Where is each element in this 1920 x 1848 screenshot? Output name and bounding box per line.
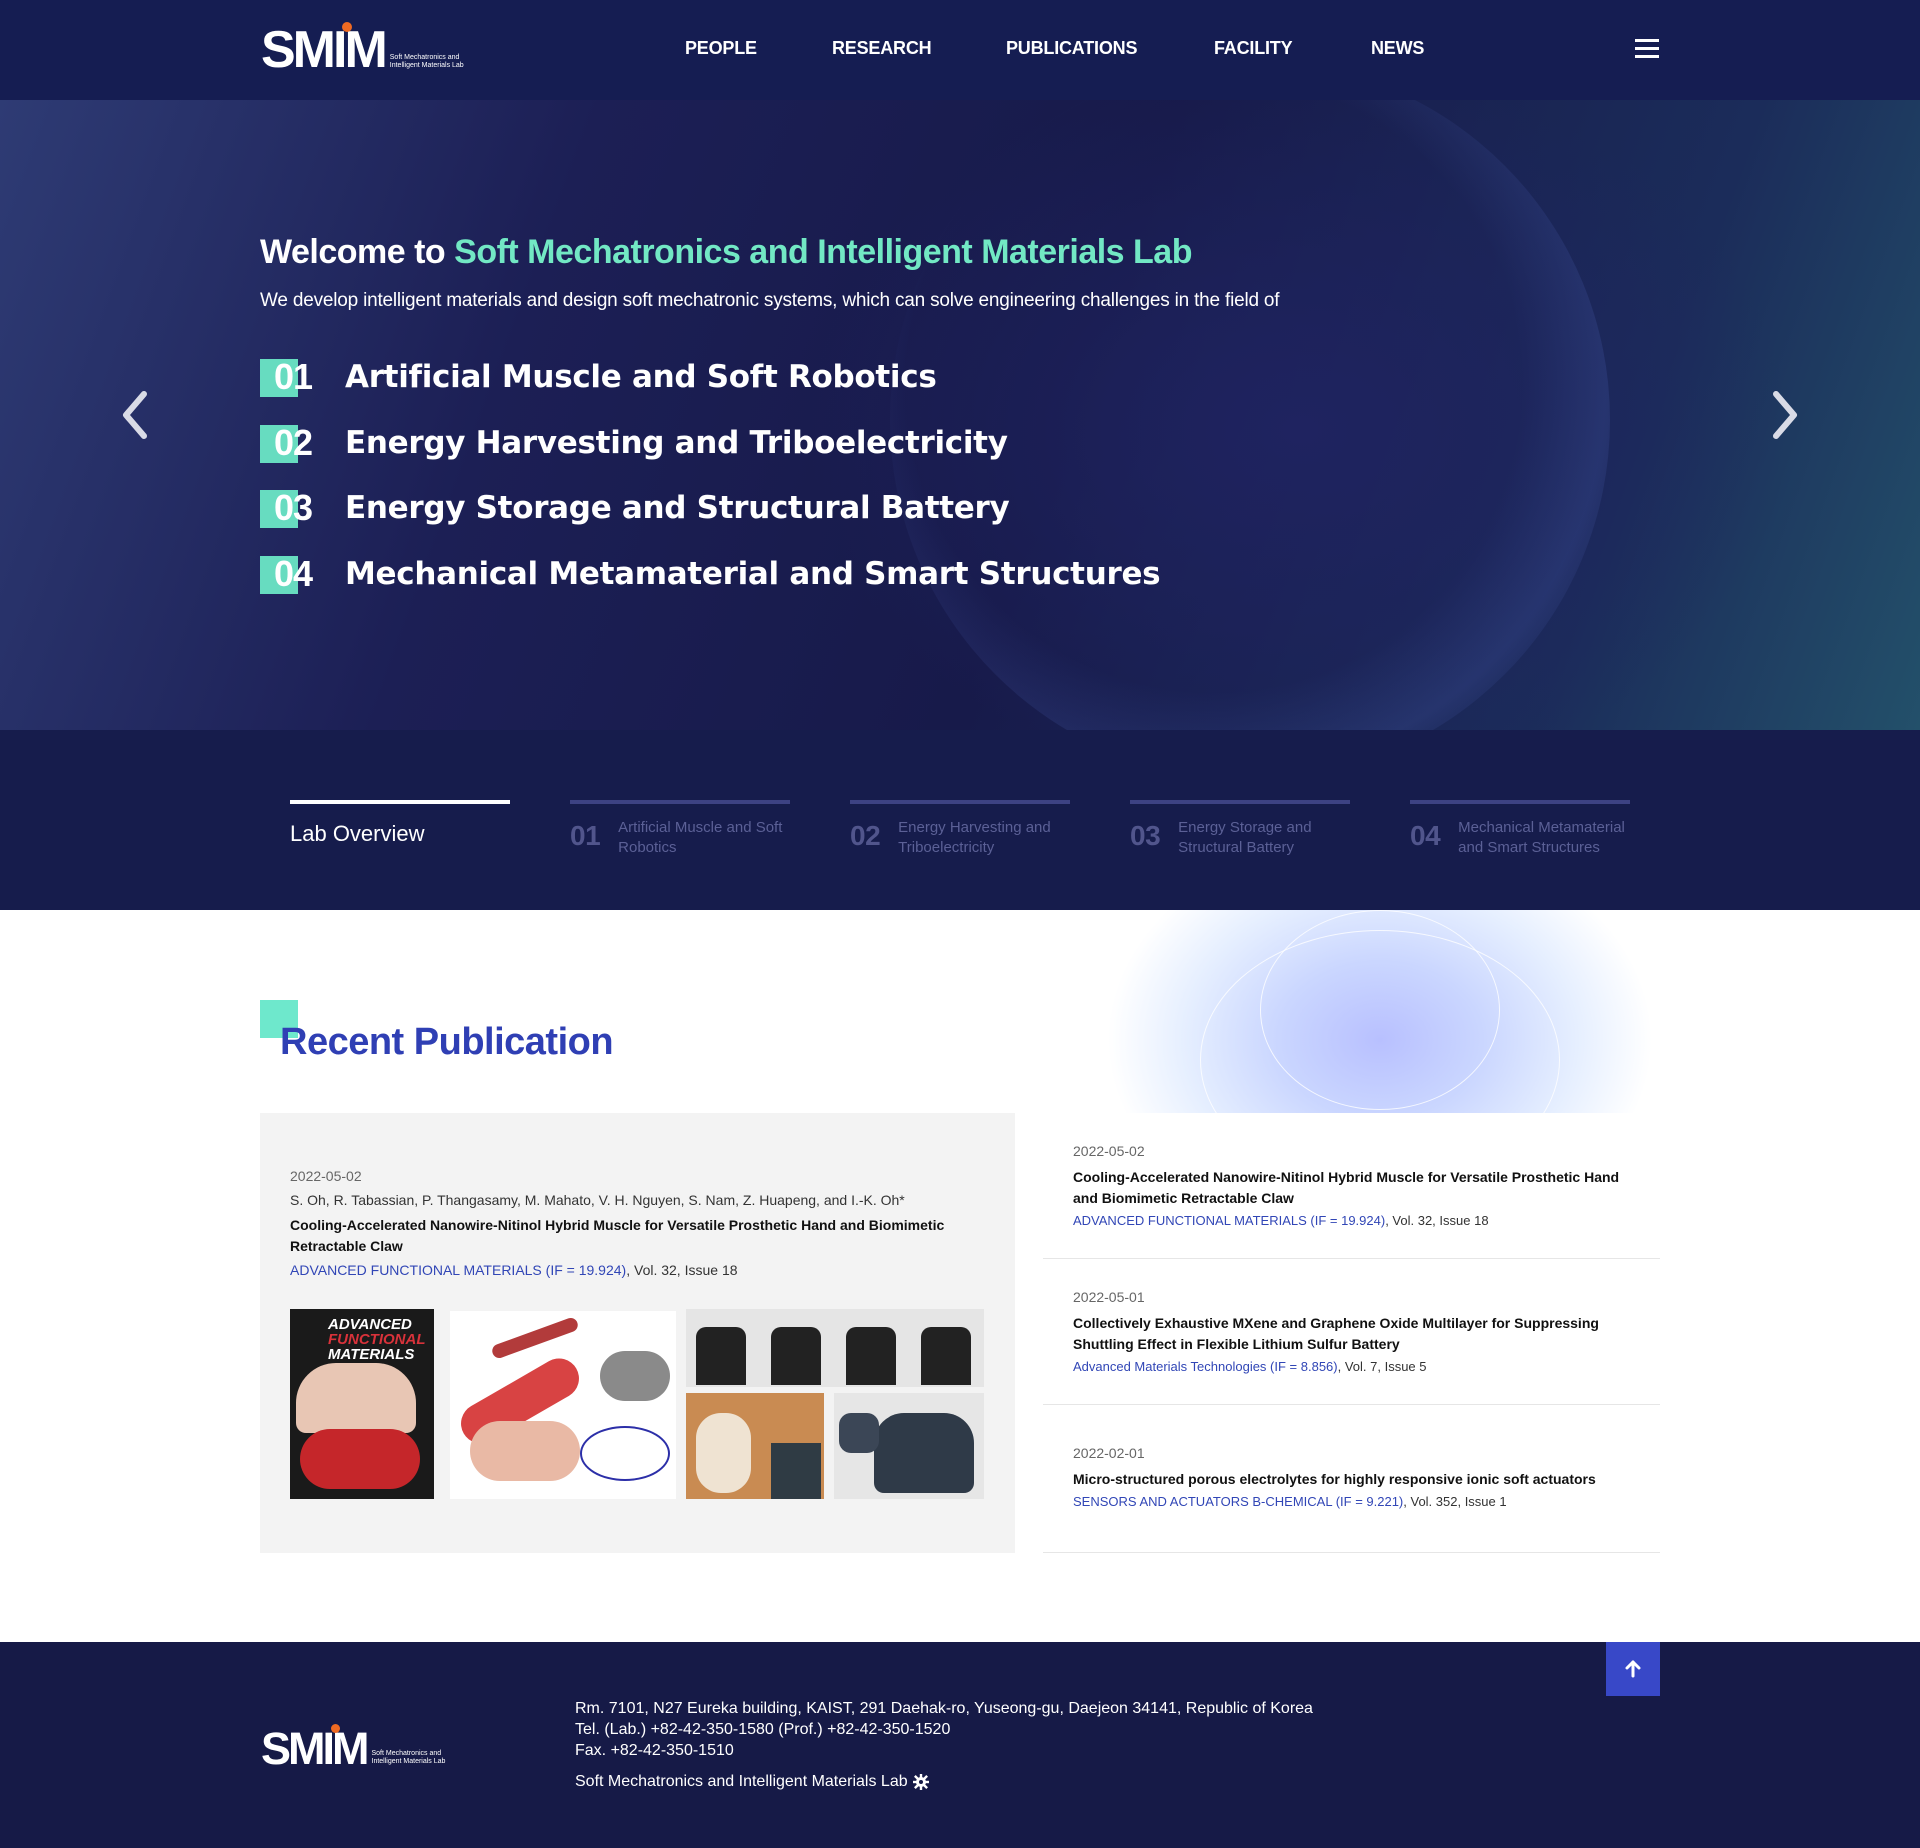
logo-dot	[331, 1724, 340, 1733]
nav-facility[interactable]: FACILITY	[1214, 38, 1293, 59]
publication-journal: SENSORS AND ACTUATORS B-CHEMICAL (IF = 9…	[1073, 1494, 1630, 1509]
tab-lab-overview[interactable]: Lab Overview	[290, 800, 510, 850]
footer-logo[interactable]: SMIM Soft Mechatronics and Intelligent M…	[261, 1723, 452, 1774]
hero-slider: Welcome to Soft Mechatronics and Intelli…	[0, 100, 1920, 730]
publication-title: Collectively Exhaustive MXene and Graphe…	[1073, 1315, 1599, 1352]
tab-label: Artificial Muscle and Soft Robotics	[618, 819, 783, 856]
cat-photo	[686, 1393, 824, 1499]
cover-title-2: FUNCTIONAL	[328, 1331, 426, 1348]
topic-label: Artificial Muscle and Soft Robotics	[345, 359, 937, 395]
list-item[interactable]: 2022-05-01 Collectively Exhaustive MXene…	[1043, 1259, 1660, 1405]
logo-subtitle: Soft Mechatronics and Intelligent Materi…	[389, 54, 464, 69]
research-tabs: Lab Overview 01 Artificial Muscle and So…	[0, 730, 1920, 910]
nav-people[interactable]: PEOPLE	[685, 38, 757, 59]
tab-label: Energy Harvesting and Triboelectricity	[898, 819, 1051, 856]
publication-title: Micro-structured porous electrolytes for…	[1073, 1471, 1596, 1487]
chevron-left-icon[interactable]	[118, 390, 152, 440]
topic-number: 04	[274, 553, 313, 594]
hybrid-muscle-figure	[450, 1311, 676, 1499]
hero-title-accent: Soft Mechatronics and Intelligent Materi…	[454, 233, 1192, 271]
nav-news[interactable]: NEWS	[1371, 38, 1424, 59]
gear-icon[interactable]	[912, 1773, 929, 1790]
cover-title-1: ADVANCED	[328, 1316, 412, 1333]
journal-name: ADVANCED FUNCTIONAL MATERIALS (IF = 19.9…	[1073, 1213, 1386, 1228]
hero-title: Welcome to Soft Mechatronics and Intelli…	[260, 233, 1192, 272]
chevron-right-icon[interactable]	[1768, 390, 1802, 440]
tab-energy-storage[interactable]: 03 Energy Storage and Structural Battery	[1130, 800, 1350, 858]
topic-label: Energy Storage and Structural Battery	[345, 490, 1010, 526]
site-header: SMIM Soft Mechatronics and Intelligent M…	[0, 0, 1920, 100]
hero-background-orb	[890, 100, 1610, 730]
tab-energy-harvesting[interactable]: 02 Energy Harvesting and Triboelectricit…	[850, 800, 1070, 858]
journal-volume: , Vol. 352, Issue 1	[1403, 1494, 1507, 1509]
tab-label: Lab Overview	[290, 821, 425, 846]
publication-date: 2022-02-01	[1073, 1445, 1145, 1461]
hero-subtitle: We develop intelligent materials and des…	[260, 290, 1280, 311]
prosthetic-hand-photos	[686, 1309, 984, 1387]
footer-lab-name: Soft Mechatronics and Intelligent Materi…	[575, 1773, 908, 1790]
footer-address: Rm. 7101, N27 Eureka building, KAIST, 29…	[575, 1700, 1313, 1717]
publication-date: 2022-05-01	[1073, 1289, 1145, 1305]
tab-label: Energy Storage and Structural Battery	[1178, 819, 1312, 856]
footer-contact: Rm. 7101, N27 Eureka building, KAIST, 29…	[575, 1698, 1313, 1792]
journal-cover-image: ADVANCED FUNCTIONAL MATERIALS	[290, 1309, 434, 1499]
tab-artificial-muscle[interactable]: 01 Artificial Muscle and Soft Robotics	[570, 800, 790, 858]
publication-journal: ADVANCED FUNCTIONAL MATERIALS (IF = 19.9…	[290, 1262, 738, 1278]
tab-number: 01	[570, 820, 601, 851]
hero-topic: 01 Artificial Muscle and Soft Robotics	[260, 357, 937, 397]
footer-lab: Soft Mechatronics and Intelligent Materi…	[575, 1771, 1313, 1792]
list-item[interactable]: 2022-05-02 Cooling-Accelerated Nanowire-…	[1043, 1113, 1660, 1259]
footer-tel: Tel. (Lab.) +82-42-350-1580 (Prof.) +82-…	[575, 1721, 951, 1738]
nav-publications[interactable]: PUBLICATIONS	[1006, 38, 1137, 59]
back-to-top-button[interactable]	[1606, 1642, 1660, 1696]
publication-journal: Advanced Materials Technologies (IF = 8.…	[1073, 1359, 1630, 1374]
topic-label: Mechanical Metamaterial and Smart Struct…	[345, 556, 1161, 592]
tab-number: 02	[850, 820, 881, 851]
tab-number: 03	[1130, 820, 1161, 851]
logo-text: SMIM	[261, 1723, 369, 1774]
cover-title-3: MATERIALS	[328, 1346, 415, 1363]
journal-name: SENSORS AND ACTUATORS B-CHEMICAL (IF = 9…	[1073, 1494, 1404, 1509]
journal-volume: , Vol. 32, Issue 18	[626, 1262, 738, 1278]
journal-name: ADVANCED FUNCTIONAL MATERIALS (IF = 19.9…	[290, 1262, 627, 1278]
publication-authors: S. Oh, R. Tabassian, P. Thangasamy, M. M…	[290, 1192, 905, 1208]
publication-journal: ADVANCED FUNCTIONAL MATERIALS (IF = 19.9…	[1073, 1213, 1630, 1228]
hero-title-prefix: Welcome to	[260, 233, 455, 271]
publication-date: 2022-05-02	[290, 1168, 362, 1184]
tab-number: 04	[1410, 820, 1441, 851]
publication-list: 2022-05-02 Cooling-Accelerated Nanowire-…	[1043, 1113, 1660, 1553]
publication-title: Cooling-Accelerated Nanowire-Nitinol Hyb…	[1073, 1169, 1620, 1206]
topic-number: 01	[274, 356, 313, 397]
logo-text: SMIM	[261, 21, 388, 79]
footer-fax: Fax. +82-42-350-1510	[575, 1742, 734, 1759]
featured-publication[interactable]: 2022-05-02 S. Oh, R. Tabassian, P. Thang…	[260, 1113, 1015, 1553]
publication-date: 2022-05-02	[1073, 1143, 1145, 1159]
journal-volume: , Vol. 7, Issue 5	[1337, 1359, 1427, 1374]
logo-dot	[342, 22, 352, 32]
arrow-up-icon	[1625, 1660, 1641, 1678]
topic-number: 03	[274, 487, 313, 528]
nav-research[interactable]: RESEARCH	[832, 38, 932, 59]
topic-label: Energy Harvesting and Triboelectricity	[345, 425, 1008, 461]
list-item[interactable]: 2022-02-01 Micro-structured porous elect…	[1043, 1405, 1660, 1553]
logo[interactable]: SMIM Soft Mechatronics and Intelligent M…	[261, 21, 470, 79]
retractable-claw-photo	[834, 1393, 984, 1499]
topic-number: 02	[274, 422, 313, 463]
hamburger-icon[interactable]	[1635, 39, 1659, 59]
tab-label: Mechanical Metamaterial and Smart Struct…	[1458, 819, 1625, 856]
journal-volume: , Vol. 32, Issue 18	[1385, 1213, 1489, 1228]
tab-metamaterial[interactable]: 04 Mechanical Metamaterial and Smart Str…	[1410, 800, 1630, 858]
hero-topic: 03 Energy Storage and Structural Battery	[260, 487, 1010, 528]
section-title: Recent Publication	[280, 1021, 614, 1063]
journal-name: Advanced Materials Technologies (IF = 8.…	[1073, 1359, 1338, 1374]
publication-title: Cooling-Accelerated Nanowire-Nitinol Hyb…	[290, 1217, 945, 1254]
hero-topic: 04 Mechanical Metamaterial and Smart Str…	[260, 553, 1161, 594]
hero-topic: 02 Energy Harvesting and Triboelectricit…	[260, 423, 1008, 463]
logo-subtitle: Soft Mechatronics and Intelligent Materi…	[371, 1750, 446, 1765]
